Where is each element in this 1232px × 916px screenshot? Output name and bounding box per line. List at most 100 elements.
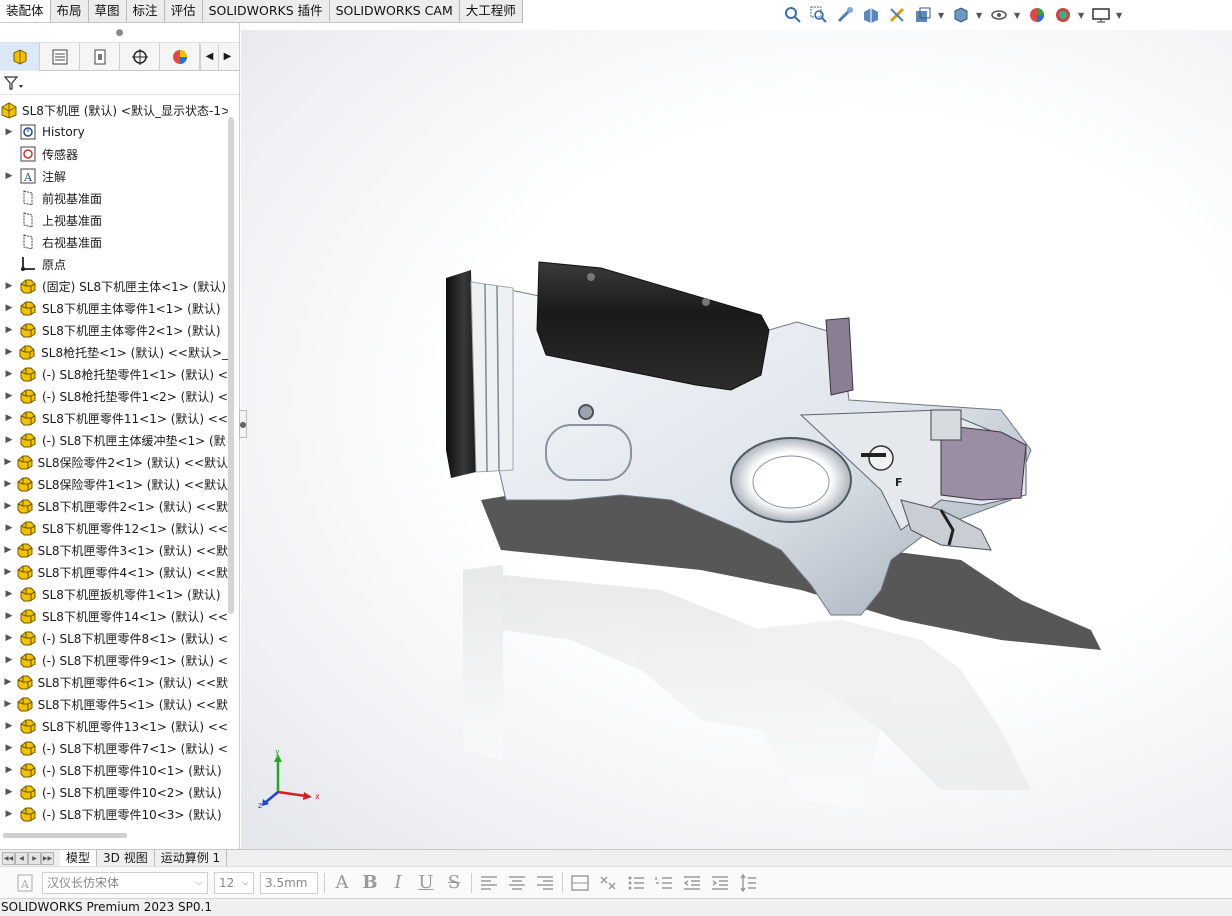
expand-arrow-icon[interactable]: ▶ (0, 171, 18, 181)
tree-item-component[interactable]: ▶ SL8下机匣零件12<1> (默认) << (0, 517, 228, 539)
tree-item-component[interactable]: ▶ (-) SL8枪托垫零件1<2> (默认) < (0, 385, 228, 407)
bold-icon[interactable]: B (359, 872, 381, 894)
border-icon[interactable] (569, 872, 591, 894)
outdent-icon[interactable] (681, 872, 703, 894)
expand-arrow-icon[interactable]: ▶ (0, 435, 18, 445)
line-spacing-icon[interactable] (737, 872, 759, 894)
zoom-to-fit-icon[interactable] (782, 4, 804, 26)
tree-item-folder[interactable]: 右视基准面 (0, 231, 228, 253)
tree-item-component[interactable]: ▶ (固定) SL8下机匣主体<1> (默认) (0, 275, 228, 297)
expand-arrow-icon[interactable]: ▶ (0, 325, 18, 335)
expand-arrow-icon[interactable]: ▶ (0, 677, 16, 687)
chevron-down-icon[interactable]: ▼ (976, 11, 984, 20)
expand-arrow-icon[interactable]: ▶ (0, 303, 18, 313)
expand-arrow-icon[interactable]: ▶ (0, 721, 18, 731)
dimxpert-icon[interactable] (120, 43, 160, 71)
align-center-icon[interactable] (506, 872, 528, 894)
expand-arrow-icon[interactable]: ▶ (0, 589, 18, 599)
tree-horizontal-scrollbar[interactable] (3, 833, 127, 838)
tree-root[interactable]: SL8下机匣 (默认) <默认_显示状态-1> (0, 99, 228, 121)
chevron-down-icon[interactable]: ⌵ (191, 878, 207, 888)
align-left-icon[interactable] (478, 872, 500, 894)
tab-markup[interactable]: 标注 (127, 0, 165, 22)
font-icon[interactable]: A (331, 872, 353, 894)
propertymanager-icon[interactable] (40, 43, 80, 71)
expand-arrow-icon[interactable]: ▶ (0, 545, 16, 555)
last-tab-icon[interactable]: ▶▶ (41, 851, 54, 865)
tree-item-component[interactable]: ▶ (-) SL8下机匣零件10<3> (默认) (0, 803, 228, 825)
tab-engineer[interactable]: 大工程师 (460, 0, 523, 22)
align-right-icon[interactable] (534, 872, 556, 894)
tree-item-component[interactable]: ▶ SL8下机匣零件11<1> (默认) << (0, 407, 228, 429)
tree-item-component[interactable]: ▶ SL8下机匣扳机零件1<1> (默认) (0, 583, 228, 605)
tab-addins[interactable]: SOLIDWORKS 插件 (203, 0, 330, 22)
expand-arrow-icon[interactable]: ▶ (0, 611, 18, 621)
expand-arrow-icon[interactable]: ▶ (0, 699, 16, 709)
tree-item-component[interactable]: ▶ SL8下机匣零件4<1> (默认) <<默 (0, 561, 228, 583)
hide-show-icon[interactable] (988, 4, 1010, 26)
section-view-icon[interactable] (860, 4, 882, 26)
symbol-icon[interactable] (597, 872, 619, 894)
expand-arrow-icon[interactable]: ▶ (0, 743, 18, 753)
featuremanager-icon[interactable] (0, 43, 40, 71)
zoom-to-area-icon[interactable] (808, 4, 830, 26)
expand-arrow-icon[interactable]: ▶ (0, 457, 16, 467)
tree-item-folder[interactable]: 上视基准面 (0, 209, 228, 231)
tree-vertical-scrollbar[interactable] (228, 117, 234, 614)
tab-motion-study[interactable]: 运动算例 1 (155, 850, 228, 866)
previous-view-icon[interactable] (834, 4, 856, 26)
expand-arrow-icon[interactable]: ▶ (0, 787, 18, 797)
tree-item-component[interactable]: ▶ (-) SL8下机匣零件7<1> (默认) < (0, 737, 228, 759)
italic-icon[interactable]: I (387, 872, 409, 894)
tree-item-component[interactable]: ▶ SL8下机匣主体零件1<1> (默认) (0, 297, 228, 319)
numbered-list-icon[interactable] (653, 872, 675, 894)
text-style-icon[interactable]: A (14, 872, 36, 894)
chevron-down-icon[interactable]: ▼ (938, 11, 946, 20)
tree-item-component[interactable]: ▶ SL8下机匣零件14<1> (默认) << (0, 605, 228, 627)
underline-icon[interactable]: U (415, 872, 437, 894)
indent-icon[interactable] (709, 872, 731, 894)
tree-item-folder[interactable]: 传感器 (0, 143, 228, 165)
expand-arrow-icon[interactable]: ▶ (0, 479, 16, 489)
tree-item-component[interactable]: ▶ SL8下机匣零件13<1> (默认) << (0, 715, 228, 737)
expand-arrow-icon[interactable]: ▶ (0, 633, 18, 643)
expand-arrow-icon[interactable]: ▶ (0, 127, 18, 137)
tree-filter[interactable] (0, 71, 239, 95)
strikethrough-icon[interactable]: S (443, 872, 465, 894)
tree-item-component[interactable]: ▶ (-) SL8下机匣零件10<2> (默认) (0, 781, 228, 803)
chevron-down-icon[interactable]: ▼ (1014, 11, 1022, 20)
font-select[interactable]: 汉仪长仿宋体 ⌵ (42, 871, 208, 894)
tree-item-component[interactable]: ▶ SL8枪托垫<1> (默认) <<默认>_ (0, 341, 228, 363)
tree-item-component[interactable]: ▶ SL8下机匣零件2<1> (默认) <<默 (0, 495, 228, 517)
tree-item-component[interactable]: ▶ SL8保险零件2<1> (默认) <<默认 (0, 451, 228, 473)
tab-cam[interactable]: SOLIDWORKS CAM (330, 0, 460, 22)
view-orientation-icon[interactable] (950, 4, 972, 26)
tree-item-component[interactable]: ▶ (-) SL8下机匣零件10<1> (默认) (0, 759, 228, 781)
expand-arrow-icon[interactable]: ▶ (0, 281, 18, 291)
tree-item-folder[interactable]: ▶ A 注解 (0, 165, 228, 187)
chevron-down-icon[interactable]: ▼ (1116, 11, 1124, 20)
text-height-field[interactable]: 3.5mm (260, 871, 318, 894)
expand-arrow-icon[interactable]: ▶ (0, 567, 16, 577)
tab-evaluate[interactable]: 评估 (165, 0, 203, 22)
expand-arrow-icon[interactable]: ▶ (0, 369, 18, 379)
displaymanager-icon[interactable] (160, 43, 200, 71)
graphics-area[interactable]: F (241, 30, 1232, 849)
tree-item-component[interactable]: ▶ SL8下机匣主体零件2<1> (默认) (0, 319, 228, 341)
tree-item-component[interactable]: ▶ SL8保险零件1<1> (默认) <<默认 (0, 473, 228, 495)
expand-arrow-icon[interactable]: ▶ (0, 413, 18, 423)
configurationmanager-icon[interactable] (80, 43, 120, 71)
dynamic-annotation-icon[interactable] (886, 4, 908, 26)
tree-item-folder[interactable]: ▶ History (0, 121, 228, 143)
edit-appearance-icon[interactable] (1026, 4, 1048, 26)
tab-sketch[interactable]: 草图 (89, 0, 127, 22)
tree-item-folder[interactable]: 原点 (0, 253, 228, 275)
tab-layout[interactable]: 布局 (51, 0, 89, 22)
tree-item-component[interactable]: ▶ SL8下机匣零件5<1> (默认) <<默 (0, 693, 228, 715)
tree-item-component[interactable]: ▶ (-) SL8下机匣主体缓冲垫<1> (默 (0, 429, 228, 451)
tree-item-component[interactable]: ▶ SL8下机匣零件3<1> (默认) <<默 (0, 539, 228, 561)
expand-arrow-icon[interactable]: ▶ (0, 523, 18, 533)
tab-3d-view[interactable]: 3D 视图 (97, 850, 155, 866)
first-tab-icon[interactable]: ◀◀ (2, 851, 15, 865)
expand-arrow-icon[interactable]: ▶ (0, 347, 18, 357)
